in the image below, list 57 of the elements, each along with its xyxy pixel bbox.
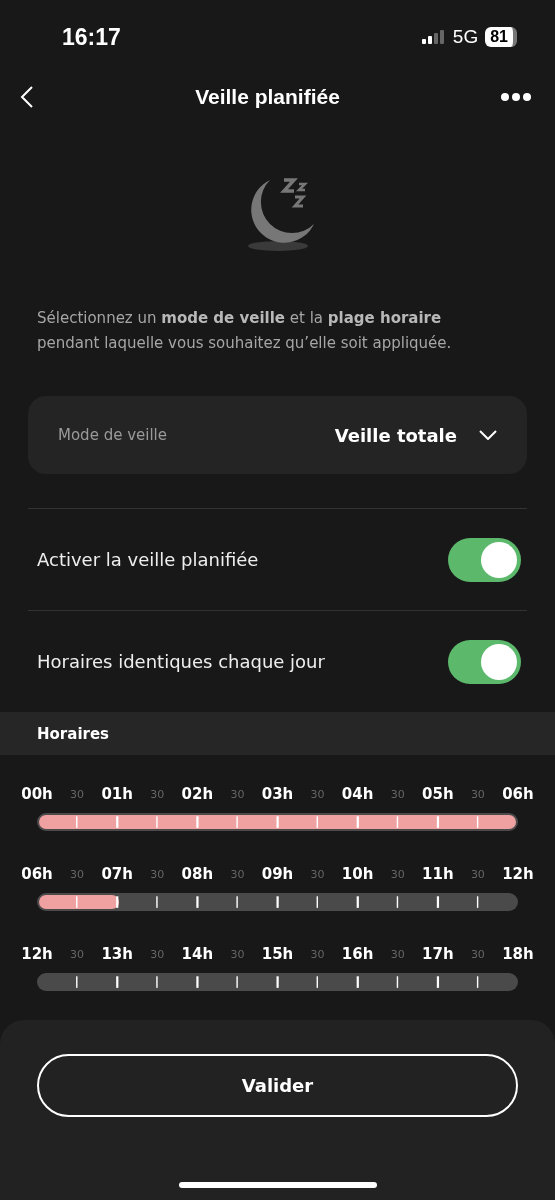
validate-button[interactable]: Valider [37, 1054, 518, 1117]
hour-label: 05h [421, 785, 455, 803]
hour-label: 13h [100, 945, 134, 963]
half-hour-label: 30 [229, 947, 246, 961]
half-hour-label: 30 [469, 947, 486, 961]
half-hour-label: 30 [149, 947, 166, 961]
half-hour-label: 30 [389, 787, 406, 801]
battery-indicator: 81 [485, 27, 517, 47]
half-hour-label: 30 [309, 947, 326, 961]
half-hour-label: 30 [229, 867, 246, 881]
more-icon [501, 92, 531, 102]
half-hour-label: 30 [389, 947, 406, 961]
chevron-down-icon [479, 430, 497, 440]
hour-label: 15h [260, 945, 295, 963]
half-hour-label: 30 [69, 947, 86, 961]
hour-label: 06h [501, 785, 535, 803]
half-hour-label: 30 [149, 787, 166, 801]
half-hour-label: 30 [229, 787, 246, 801]
half-hour-label: 30 [69, 867, 86, 881]
hour-label: 12h [20, 945, 54, 963]
hour-label: 11h [421, 865, 455, 883]
hour-label: 00h [20, 785, 54, 803]
hour-label: 12h [501, 865, 535, 883]
half-hour-label: 30 [69, 787, 86, 801]
toggle-switch[interactable] [448, 639, 521, 684]
hour-label: 03h [260, 785, 295, 803]
hour-label: 09h [260, 865, 295, 883]
hour-label: 04h [340, 785, 375, 803]
hour-label: 07h [100, 865, 134, 883]
half-hour-label: 30 [149, 867, 166, 881]
half-hour-label: 30 [469, 787, 486, 801]
time-track[interactable] [37, 893, 518, 911]
hour-label: 14h [180, 945, 215, 963]
hour-label: 10h [340, 865, 375, 883]
hour-label: 01h [100, 785, 134, 803]
half-hour-label: 30 [389, 867, 406, 881]
setting-label: Horaires identiques chaque jour [37, 651, 325, 672]
signal-icon [421, 30, 446, 44]
back-icon [20, 85, 34, 109]
half-hour-label: 30 [309, 867, 326, 881]
hour-label: 02h [180, 785, 215, 803]
hour-label: 16h [340, 945, 375, 963]
intro-text: Sélectionnez un mode de veille et la plage horaire pendant laquelle vous souhaitez qu’elle soit appliquée. [37, 308, 453, 354]
mode-dropdown[interactable]: Mode de veille Veille totale [28, 396, 527, 474]
hour-label: 08h [180, 865, 215, 883]
hour-label: 06h [20, 865, 54, 883]
status-time: 16:17 [62, 23, 121, 51]
setting-label: Activer la veille planifiée [37, 549, 259, 570]
page-title: Veille planifiée [195, 85, 340, 109]
network-label: 5G [452, 26, 479, 48]
toggle-switch[interactable] [448, 537, 521, 582]
half-hour-label: 30 [309, 787, 326, 801]
time-track[interactable] [37, 973, 518, 991]
hour-label: 17h [421, 945, 455, 963]
hour-label: 18h [501, 945, 535, 963]
half-hour-label: 30 [469, 867, 486, 881]
section-header: Horaires [0, 712, 555, 755]
